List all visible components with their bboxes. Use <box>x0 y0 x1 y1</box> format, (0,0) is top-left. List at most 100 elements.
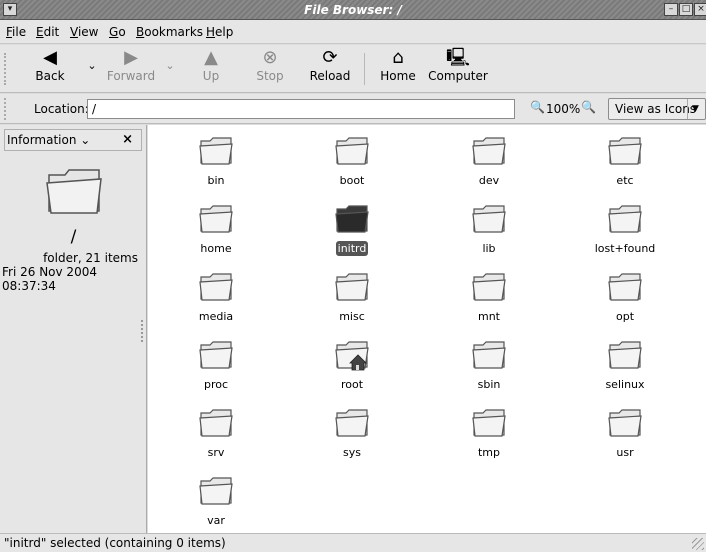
side-pane-selector[interactable]: Information ⌄ × <box>4 129 142 151</box>
folder-item[interactable]: selinux <box>575 339 675 392</box>
minimize-button[interactable]: – <box>664 3 678 16</box>
forward-arrow-icon: ▶ <box>124 47 138 68</box>
folder-icon <box>335 205 369 233</box>
folder-item[interactable]: proc <box>166 339 266 392</box>
folder-item[interactable]: lost+found <box>575 203 675 256</box>
home-folder-icon <box>335 341 369 371</box>
folder-item[interactable]: root <box>302 339 402 392</box>
menu-bookmarks[interactable]: Bookmarks <box>136 25 203 39</box>
location-label: Location: <box>34 102 89 116</box>
computer-icon: 🖳 <box>445 47 470 68</box>
folder-icon <box>472 205 506 233</box>
folder-item[interactable]: mnt <box>439 271 539 324</box>
folder-item[interactable]: var <box>166 475 266 528</box>
reload-icon: ⟳ <box>322 47 338 68</box>
folder-item[interactable]: tmp <box>439 407 539 460</box>
stop-label: Stop <box>256 69 284 83</box>
toolbar: ◀ Back ⌄ ▶ Forward ⌄ ▲ Up ⊗ Stop ⟳ Reloa… <box>0 45 706 93</box>
folder-label: lost+found <box>594 242 656 255</box>
folder-icon <box>472 273 506 301</box>
folder-label: var <box>207 514 225 527</box>
folder-label: boot <box>339 174 365 187</box>
folder-label: misc <box>339 310 365 323</box>
stop-button[interactable]: ⊗ Stop <box>252 47 288 91</box>
close-icon[interactable]: × <box>122 132 133 147</box>
side-pane: Information ⌄ × / folder, 21 items Fri 2… <box>0 125 147 533</box>
reload-label: Reload <box>309 69 351 83</box>
folder-label: proc <box>203 378 229 391</box>
folder-icon <box>199 341 233 369</box>
zoom-level[interactable]: 100% <box>546 102 580 116</box>
folder-icon <box>199 273 233 301</box>
location-input[interactable]: / <box>87 99 515 119</box>
folder-item[interactable]: misc <box>302 271 402 324</box>
zoom-in-icon[interactable]: 🔍 <box>581 100 596 114</box>
folder-item[interactable]: home <box>166 203 266 256</box>
window-resize-grip[interactable] <box>692 538 704 550</box>
close-window-button[interactable]: × <box>694 3 706 16</box>
folder-item[interactable]: dev <box>439 135 539 188</box>
menu-help[interactable]: Help <box>206 25 233 39</box>
menu-file[interactable]: File <box>6 25 26 39</box>
view-mode-select[interactable]: View as Icons ▼ <box>608 98 706 120</box>
up-button[interactable]: ▲ Up <box>196 47 226 91</box>
folder-item[interactable]: sbin <box>439 339 539 392</box>
home-label: Home <box>380 69 416 83</box>
menu-edit[interactable]: Edit <box>36 25 59 39</box>
forward-label: Forward <box>106 69 156 83</box>
folder-label: tmp <box>477 446 500 459</box>
folder-icon <box>46 169 102 214</box>
side-pane-title: Information ⌄ <box>7 133 91 147</box>
maximize-button[interactable]: □ <box>679 3 693 16</box>
reload-button[interactable]: ⟳ Reload <box>308 47 352 91</box>
forward-history-dropdown[interactable]: ⌄ <box>160 47 180 91</box>
toolbar-grip[interactable] <box>4 53 10 85</box>
menu-view[interactable]: View <box>70 25 98 39</box>
computer-label: Computer <box>428 69 488 83</box>
folder-icon <box>608 205 642 233</box>
chevron-down-icon: ⌄ <box>87 59 97 72</box>
location-bar-grip[interactable] <box>4 98 10 120</box>
folder-label: initrd <box>335 241 369 256</box>
folder-item[interactable]: boot <box>302 135 402 188</box>
chevron-down-icon: ⌄ <box>165 59 175 72</box>
folder-label: sbin <box>477 378 501 391</box>
view-mode-label: View as Icons <box>615 102 697 116</box>
folder-icon <box>472 341 506 369</box>
folder-item[interactable]: srv <box>166 407 266 460</box>
folder-item[interactable]: initrd <box>302 203 402 256</box>
back-history-dropdown[interactable]: ⌄ <box>82 47 102 91</box>
folder-icon <box>472 409 506 437</box>
back-button[interactable]: ◀ Back <box>28 47 72 91</box>
folder-icon <box>199 137 233 165</box>
folder-item[interactable]: bin <box>166 135 266 188</box>
home-button[interactable]: ⌂ Home <box>378 47 418 91</box>
computer-button[interactable]: 🖳 Computer <box>428 47 488 91</box>
icon-view[interactable]: bin boot dev etc home initrd lib lost+found medi… <box>148 125 706 533</box>
folder-label: lib <box>482 242 496 255</box>
folder-icon <box>608 137 642 165</box>
folder-item[interactable]: usr <box>575 407 675 460</box>
folder-icon <box>199 205 233 233</box>
folder-icon <box>608 341 642 369</box>
folder-item[interactable]: etc <box>575 135 675 188</box>
forward-button[interactable]: ▶ Forward <box>106 47 156 91</box>
folder-item[interactable]: media <box>166 271 266 324</box>
folder-item[interactable]: opt <box>575 271 675 324</box>
folder-label: srv <box>207 446 225 459</box>
folder-label: etc <box>616 174 634 187</box>
menu-go[interactable]: Go <box>109 25 126 39</box>
folder-item[interactable]: lib <box>439 203 539 256</box>
folder-label: opt <box>615 310 635 323</box>
status-text: "initrd" selected (containing 0 items) <box>4 536 226 550</box>
folder-item[interactable]: sys <box>302 407 402 460</box>
folder-icon <box>335 409 369 437</box>
pane-resize-handle[interactable] <box>141 320 145 342</box>
toolbar-separator <box>364 53 365 85</box>
stop-icon: ⊗ <box>262 47 278 68</box>
home-icon: ⌂ <box>392 47 404 68</box>
zoom-out-icon[interactable]: 🔍 <box>530 100 545 114</box>
folder-icon <box>199 409 233 437</box>
folder-label: selinux <box>605 378 645 391</box>
folder-modified-date: Fri 26 Nov 2004 08:37:34 <box>2 265 97 293</box>
